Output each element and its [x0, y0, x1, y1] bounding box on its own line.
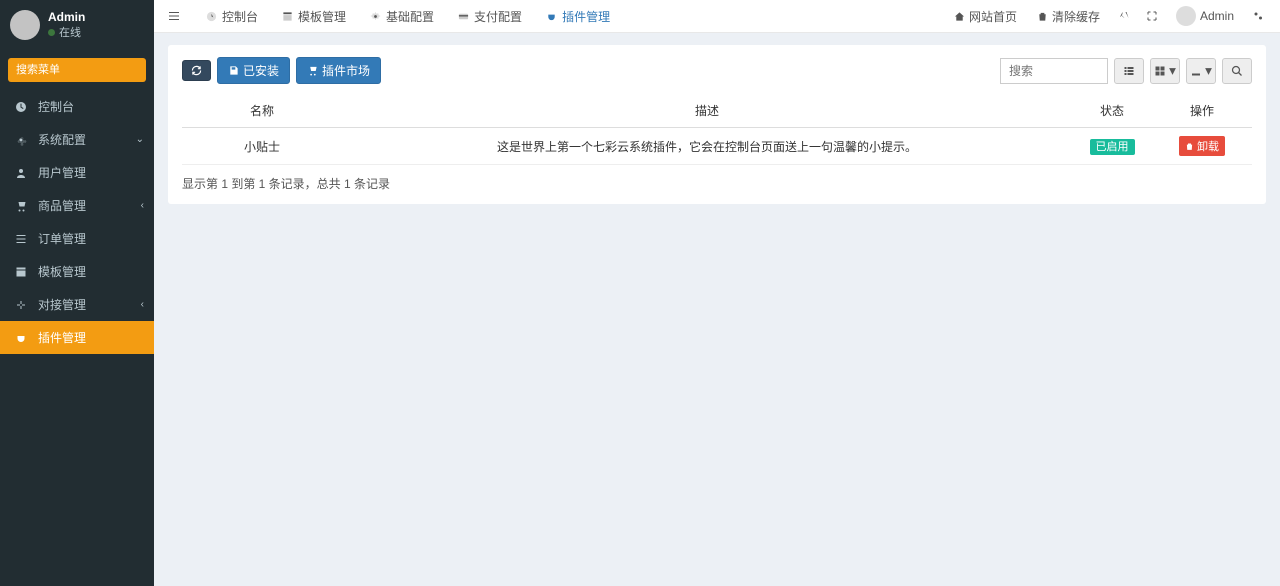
search-icon	[1231, 65, 1243, 77]
cog-icon	[12, 134, 30, 146]
status-badge[interactable]: 已启用	[1090, 139, 1135, 155]
sidebar-item-template[interactable]: 模板管理	[0, 255, 154, 288]
status-text: 在线	[59, 26, 81, 40]
expand-icon	[1146, 10, 1158, 22]
sidebar-item-system[interactable]: 系统配置 ⌄	[0, 123, 154, 156]
sidebar-item-user[interactable]: 用户管理	[0, 156, 154, 189]
avatar-small	[1176, 6, 1196, 26]
cart-icon	[307, 65, 318, 76]
installed-button[interactable]: 已安装	[217, 57, 290, 84]
pay-icon	[458, 11, 469, 22]
lang-icon	[1118, 10, 1130, 22]
search-toggle-button[interactable]	[1222, 58, 1252, 84]
sidebar-label: 系统配置	[38, 131, 86, 148]
sidebar-menu: 控制台 系统配置 ⌄ 用户管理 商品管理 ‹ 订单管理 模板管理 对接管理 ‹ 插件管…	[0, 90, 154, 354]
user-status: 在线	[48, 26, 85, 40]
user-menu[interactable]: Admin	[1166, 0, 1244, 33]
sidebar-label: 模板管理	[38, 263, 86, 280]
plug-icon	[12, 332, 30, 344]
uninstall-button[interactable]: 卸载	[1179, 136, 1225, 156]
export-button[interactable]: ▾	[1186, 58, 1216, 84]
sidebar-item-console[interactable]: 控制台	[0, 90, 154, 123]
hamburger-icon	[168, 10, 180, 22]
tab-template[interactable]: 模板管理	[270, 0, 358, 33]
refresh-button[interactable]	[182, 60, 211, 81]
table-search-input[interactable]	[1000, 58, 1108, 84]
cell-name: 小贴士	[182, 128, 342, 165]
table-row: 小贴士 这是世界上第一个七彩云系统插件，它会在控制台页面送上一句温馨的小提示。 …	[182, 128, 1252, 165]
sidebar-label: 用户管理	[38, 164, 86, 181]
topbar: 控制台 模板管理 基础配置 支付配置 插件管理 网站首页 清除缓存 Admin	[154, 0, 1280, 33]
status-dot-icon	[48, 29, 55, 36]
caret-down-icon: ▾	[1169, 63, 1176, 79]
main-panel: 已安装 插件市场 ▾ ▾	[168, 45, 1266, 204]
chevron-left-icon: ‹	[141, 200, 144, 211]
cart-icon	[12, 200, 30, 212]
grid-icon	[1154, 65, 1166, 77]
tab-console[interactable]: 控制台	[194, 0, 270, 33]
toolbar: 已安装 插件市场 ▾ ▾	[182, 57, 1252, 84]
sidebar-search	[0, 50, 154, 90]
tab-plugin[interactable]: 插件管理	[534, 0, 622, 33]
col-action[interactable]: 操作	[1152, 94, 1252, 128]
lang-button[interactable]	[1110, 0, 1138, 33]
tab-label: 支付配置	[474, 8, 522, 25]
home-link[interactable]: 网站首页	[944, 0, 1027, 33]
cog-icon	[370, 11, 381, 22]
search-input[interactable]	[8, 58, 146, 82]
list-icon	[1123, 65, 1135, 77]
home-icon	[954, 11, 965, 22]
export-icon	[1190, 65, 1202, 77]
sidebar-item-order[interactable]: 订单管理	[0, 222, 154, 255]
sidebar-label: 插件管理	[38, 329, 86, 346]
sidebar-label: 订单管理	[38, 230, 86, 247]
refresh-icon	[191, 65, 202, 76]
gears-icon	[1252, 10, 1264, 22]
sidebar-label: 商品管理	[38, 197, 86, 214]
sidebar-item-plugin[interactable]: 插件管理	[0, 321, 154, 354]
plug-icon	[546, 11, 557, 22]
col-desc[interactable]: 描述	[342, 94, 1072, 128]
user-icon	[12, 167, 30, 179]
dashboard-icon	[12, 101, 30, 113]
chevron-down-icon: ⌄	[136, 134, 144, 145]
user-panel: Admin 在线	[0, 0, 154, 50]
sidebar-label: 控制台	[38, 98, 74, 115]
fullscreen-button[interactable]	[1138, 0, 1166, 33]
col-name[interactable]: 名称	[182, 94, 342, 128]
trash-icon	[1037, 11, 1048, 22]
template-icon	[12, 266, 30, 278]
col-status[interactable]: 状态	[1072, 94, 1152, 128]
tab-label: 基础配置	[386, 8, 434, 25]
tab-label: 控制台	[222, 8, 258, 25]
clear-cache-link[interactable]: 清除缓存	[1027, 0, 1110, 33]
topnav: 控制台 模板管理 基础配置 支付配置 插件管理	[194, 0, 622, 33]
dashboard-icon	[206, 11, 217, 22]
sidebar-label: 对接管理	[38, 296, 86, 313]
caret-down-icon: ▾	[1205, 63, 1212, 79]
cell-desc: 这是世界上第一个七彩云系统插件，它会在控制台页面送上一句温馨的小提示。	[342, 128, 1072, 165]
settings-button[interactable]	[1244, 0, 1272, 33]
hamburger-button[interactable]	[154, 0, 194, 33]
sidebar: Admin 在线 控制台 系统配置 ⌄ 用户管理 商品管理 ‹ 订单管理 模板管理	[0, 0, 154, 586]
sidebar-item-goods[interactable]: 商品管理 ‹	[0, 189, 154, 222]
user-name: Admin	[48, 10, 85, 26]
trash-icon	[1185, 142, 1194, 151]
chevron-left-icon: ‹	[141, 299, 144, 310]
view-list-button[interactable]	[1114, 58, 1144, 84]
avatar	[10, 10, 40, 40]
save-icon	[228, 65, 239, 76]
tab-label: 模板管理	[298, 8, 346, 25]
plugin-table: 名称 描述 状态 操作 小贴士 这是世界上第一个七彩云系统插件，它会在控制台页面…	[182, 94, 1252, 165]
tab-basic[interactable]: 基础配置	[358, 0, 446, 33]
market-button[interactable]: 插件市场	[296, 57, 381, 84]
tab-pay[interactable]: 支付配置	[446, 0, 534, 33]
sidebar-item-docking[interactable]: 对接管理 ‹	[0, 288, 154, 321]
template-icon	[282, 11, 293, 22]
tab-label: 插件管理	[562, 8, 610, 25]
link-icon	[12, 299, 30, 311]
table-footer: 显示第 1 到第 1 条记录，总共 1 条记录	[182, 175, 1252, 192]
columns-button[interactable]: ▾	[1150, 58, 1180, 84]
list-icon	[12, 233, 30, 245]
